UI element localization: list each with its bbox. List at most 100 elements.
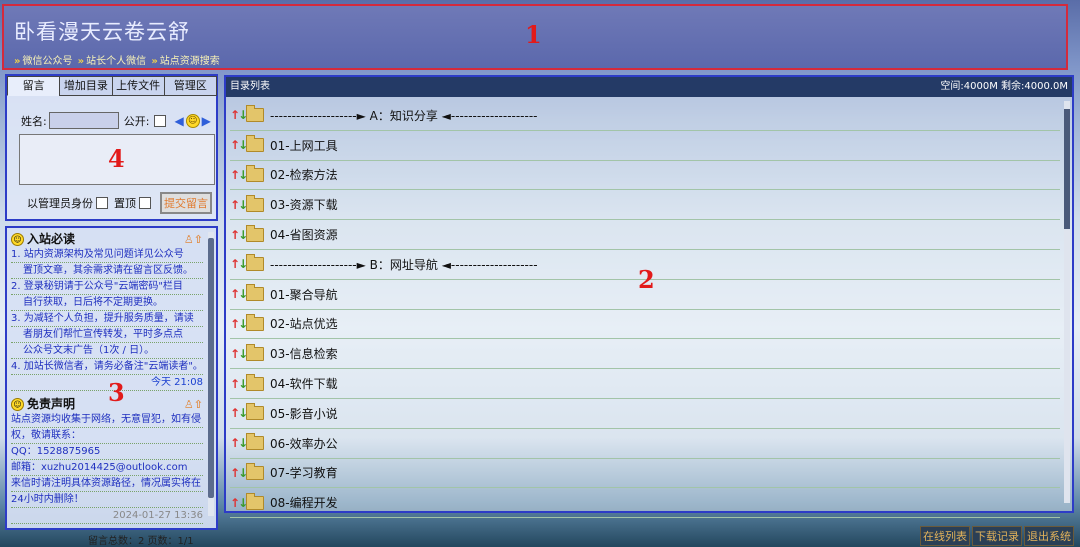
- pin-checkbox[interactable]: [139, 197, 151, 209]
- bottom-toolbar: 在线列表 下载记录 退出系统: [920, 526, 1074, 546]
- sort-icon[interactable]: ↑↓: [230, 138, 248, 152]
- notice-title-row: ☺ 入站必读 ♙⇧: [11, 232, 203, 247]
- pin-label: 置顶: [114, 197, 136, 210]
- notice-line: 3. 为减轻个人负担，提升服务质量，请读: [11, 311, 203, 327]
- sort-icon[interactable]: ↑↓: [230, 377, 248, 391]
- smiley-icon: ☺: [11, 233, 24, 246]
- nav-link-wechat-official[interactable]: 微信公众号: [22, 56, 72, 67]
- online-list-button[interactable]: 在线列表: [920, 526, 970, 546]
- folder-icon: [246, 462, 264, 480]
- notice-line: 置顶文章，其余需求请在留言区反馈。: [11, 263, 203, 279]
- download-log-button[interactable]: 下载记录: [972, 526, 1022, 546]
- tab-upload-file[interactable]: 上传文件: [111, 76, 165, 96]
- sort-icon[interactable]: ↑↓: [230, 317, 248, 331]
- notice-title: 入站必读: [27, 232, 76, 246]
- smiley-icon[interactable]: ☺: [185, 113, 200, 128]
- sort-icon[interactable]: ↑↓: [230, 466, 248, 480]
- directory-label[interactable]: 08-编程开发: [270, 494, 338, 511]
- sort-icon[interactable]: ↑↓: [230, 257, 248, 271]
- notice-line: 1. 站内资源架构及常见问题详见公众号: [11, 247, 203, 263]
- directory-label[interactable]: 07-学习教育: [270, 464, 338, 481]
- directory-label[interactable]: 02-站点优选: [270, 315, 338, 332]
- folder-icon: [246, 373, 264, 391]
- sort-icon[interactable]: ↑↓: [230, 496, 248, 510]
- submit-message-button[interactable]: 提交留言: [160, 192, 212, 214]
- directory-label[interactable]: --------------------► A：知识分享 ◄----------…: [270, 107, 538, 124]
- notice-line: 邮箱：xuzhu2014425@outlook.com: [11, 460, 203, 476]
- notice-line: 2. 登录秘钥请于公众号"云端密码"栏目: [11, 279, 203, 295]
- user-icon[interactable]: ♙⇧: [184, 232, 203, 247]
- sort-icon[interactable]: ↑↓: [230, 406, 248, 420]
- smiley-icon: ☺: [11, 398, 24, 411]
- directory-row[interactable]: ↑↓ --------------------► A：知识分享 ◄--------…: [230, 101, 1060, 131]
- directory-label[interactable]: 03-资源下载: [270, 196, 338, 213]
- sort-icon[interactable]: ↑↓: [230, 228, 248, 242]
- user-icon[interactable]: ♙⇧: [184, 397, 203, 412]
- directory-label[interactable]: 04-软件下载: [270, 375, 338, 392]
- logout-button[interactable]: 退出系统: [1024, 526, 1074, 546]
- notice-line: 站点资源均收集于网络，无意冒犯，如有侵: [11, 412, 203, 428]
- sort-icon[interactable]: ↑↓: [230, 347, 248, 361]
- directory-row[interactable]: ↑↓ 07-学习教育: [230, 459, 1060, 489]
- directory-label[interactable]: 01-聚合导航: [270, 286, 338, 303]
- directory-label[interactable]: 01-上网工具: [270, 137, 338, 154]
- directory-row[interactable]: ↑↓ 02-检索方法: [230, 161, 1060, 191]
- annotation-number-2: 2: [638, 265, 655, 294]
- notice-line: 来信时请注明具体资源路径，情况属实将在: [11, 476, 203, 492]
- folder-icon: [246, 194, 264, 212]
- notice-line: 4. 加站长微信者，请务必备注"云端读者"。: [11, 359, 203, 375]
- directory-label[interactable]: 02-检索方法: [270, 166, 338, 183]
- sort-icon[interactable]: ↑↓: [230, 198, 248, 212]
- arrow-right-icon[interactable]: ▶: [202, 114, 211, 128]
- directory-label[interactable]: 04-省图资源: [270, 226, 338, 243]
- folder-icon: [246, 224, 264, 242]
- nav-link-site-search[interactable]: 站点资源搜索: [160, 56, 220, 67]
- notice-line: 自行获取，日后将不定期更换。: [11, 295, 203, 311]
- notice-line: 24小时内删除！: [11, 492, 203, 508]
- directory-row[interactable]: ↑↓ 03-资源下载: [230, 190, 1060, 221]
- nav-link-owner-wechat[interactable]: 站长个人微信: [86, 56, 146, 67]
- directory-scrollbar-thumb[interactable]: [1064, 109, 1070, 229]
- directory-row[interactable]: ↑↓ 04-软件下载: [230, 369, 1060, 399]
- directory-row[interactable]: ↑↓ 01-上网工具: [230, 131, 1060, 161]
- notice-line: 权，敬请联系：: [11, 428, 203, 444]
- directory-label[interactable]: 03-信息检索: [270, 345, 338, 362]
- directory-row[interactable]: ↑↓ 03-信息检索: [230, 339, 1060, 370]
- annotation-number-1: 1: [525, 20, 542, 49]
- directory-row[interactable]: ↑↓ 04-省图资源: [230, 220, 1060, 250]
- directory-row[interactable]: ↑↓ 05-影音小说: [230, 399, 1060, 429]
- name-input[interactable]: [48, 112, 119, 129]
- directory-row[interactable]: ↑↓ 08-编程开发: [230, 488, 1060, 519]
- directory-scrollbar[interactable]: [1064, 101, 1070, 503]
- annotation-number-4: 4: [108, 144, 125, 173]
- admin-label: 以管理员身份: [27, 197, 93, 210]
- folder-icon: [246, 313, 264, 331]
- notice-timestamp: 今天 21:08: [11, 375, 203, 391]
- notice-scrollbar[interactable]: [208, 232, 214, 516]
- sort-icon[interactable]: ↑↓: [230, 168, 248, 182]
- notice-timestamp: 2024-01-27 13:36: [11, 508, 203, 524]
- tab-add-directory[interactable]: 增加目录: [59, 76, 113, 96]
- notice-scrollbar-thumb[interactable]: [208, 238, 214, 498]
- admin-checkbox[interactable]: [96, 197, 108, 209]
- directory-row[interactable]: ↑↓ 06-效率办公: [230, 429, 1060, 459]
- directory-row[interactable]: ↑↓ 02-站点优选: [230, 310, 1060, 340]
- notice-title-row: ☺ 免责声明 ♙⇧: [11, 397, 203, 412]
- name-row: 姓名: 公开: ◀ ☺ ▶: [21, 112, 211, 129]
- sort-icon[interactable]: ↑↓: [230, 287, 248, 301]
- directory-label[interactable]: 06-效率办公: [270, 435, 338, 452]
- public-checkbox[interactable]: [154, 114, 167, 127]
- directory-list: ↑↓ --------------------► A：知识分享 ◄--------…: [230, 101, 1060, 519]
- tab-message[interactable]: 留言: [7, 76, 61, 96]
- folder-icon: [246, 135, 264, 153]
- directory-label[interactable]: 05-影音小说: [270, 405, 338, 422]
- folder-icon: [246, 492, 264, 510]
- arrow-left-icon[interactable]: ◀: [174, 114, 183, 128]
- tab-admin[interactable]: 管理区: [163, 76, 217, 96]
- directory-header: 目录列表 空间:4000M 剩余:4000.0M: [226, 77, 1072, 97]
- notice-title: 免责声明: [27, 397, 76, 411]
- notice-line: QQ：1528875965: [11, 444, 203, 460]
- sort-icon[interactable]: ↑↓: [230, 436, 248, 450]
- directory-label[interactable]: --------------------► B：网址导航 ◄----------…: [270, 256, 538, 273]
- sort-icon[interactable]: ↑↓: [230, 108, 248, 122]
